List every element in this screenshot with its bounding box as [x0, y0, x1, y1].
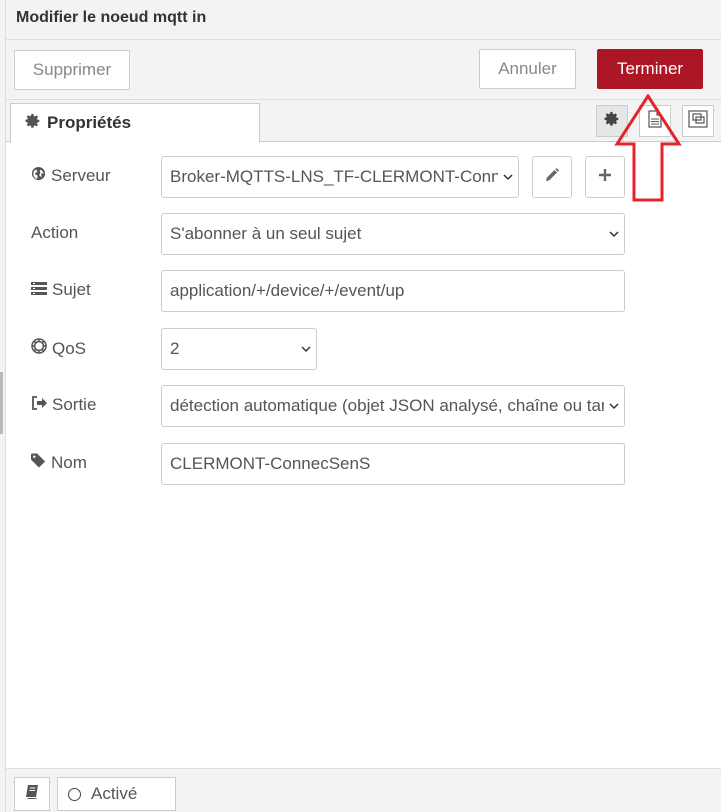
topic-label-text: Sujet	[52, 280, 91, 299]
chevron-down-icon	[604, 230, 624, 238]
dialog-title: Modifier le noeud mqtt in	[16, 9, 207, 26]
output-label-text: Sortie	[52, 395, 97, 414]
name-value: CLERMONT-ConnecSenS	[170, 454, 371, 473]
server-label-text: Serveur	[51, 166, 111, 185]
resize-handle[interactable]	[0, 372, 3, 434]
tab-settings[interactable]	[596, 105, 628, 137]
name-label: Nom	[31, 453, 87, 473]
cancel-button[interactable]: Annuler	[479, 49, 576, 89]
qos-value: 2	[170, 339, 180, 358]
plus-icon	[599, 168, 611, 186]
action-label-text: Action	[31, 223, 79, 242]
output-row: Sortie détection automatique (objet JSON…	[6, 385, 721, 427]
dialog-footer: Activé	[6, 768, 721, 812]
name-input[interactable]: CLERMONT-ConnecSenS	[161, 443, 625, 485]
action-value: S'abonner à un seul sujet	[170, 224, 362, 243]
add-server-button[interactable]	[585, 156, 625, 198]
dialog-toolbar: Supprimer Annuler Terminer	[6, 40, 721, 100]
tab-properties-label: Propriétés	[47, 113, 132, 132]
output-label: Sortie	[31, 395, 96, 415]
appearance-icon	[688, 109, 708, 133]
tag-icon	[31, 453, 46, 473]
action-select[interactable]: S'abonner à un seul sujet	[161, 213, 625, 255]
server-value: Broker-MQTTS-LNS_TF-CLERMONT-ConnecSenS	[170, 167, 498, 186]
pencil-icon	[545, 167, 559, 187]
server-select[interactable]: Broker-MQTTS-LNS_TF-CLERMONT-ConnecSenS	[161, 156, 519, 198]
chevron-down-icon	[296, 345, 316, 353]
help-book-button[interactable]	[14, 777, 50, 811]
gear-icon	[25, 113, 41, 134]
name-label-text: Nom	[51, 453, 87, 472]
globe-icon	[31, 166, 46, 186]
gear-icon	[604, 111, 620, 132]
output-select[interactable]: détection automatique (objet JSON analys…	[161, 385, 625, 427]
action-label: Action	[31, 223, 78, 243]
qos-label: QoS	[31, 338, 86, 359]
topic-value: application/+/device/+/event/up	[170, 281, 405, 300]
description-icon	[647, 109, 663, 133]
server-row: Serveur Broker-MQTTS-LNS_TF-CLERMONT-Con…	[6, 156, 721, 198]
done-button[interactable]: Terminer	[597, 49, 703, 89]
qos-select[interactable]: 2	[161, 328, 317, 370]
topic-row: Sujet application/+/device/+/event/up	[6, 270, 721, 312]
qos-row: QoS 2	[6, 328, 721, 370]
qos-label-text: QoS	[52, 338, 87, 358]
enabled-toggle[interactable]: Activé	[57, 777, 176, 811]
topic-label: Sujet	[31, 280, 91, 300]
delete-button[interactable]: Supprimer	[14, 50, 130, 90]
name-row: Nom CLERMONT-ConnecSenS	[6, 443, 721, 485]
dialog-header: Modifier le noeud mqtt in	[6, 0, 721, 40]
tab-properties[interactable]: Propriétés	[10, 103, 260, 143]
dialog-tabs: Propriétés	[6, 100, 721, 143]
properties-form: Serveur Broker-MQTTS-LNS_TF-CLERMONT-Con…	[6, 143, 721, 768]
tasks-icon	[31, 280, 47, 300]
tab-description[interactable]	[639, 105, 671, 137]
topic-input[interactable]: application/+/device/+/event/up	[161, 270, 625, 312]
output-value: détection automatique (objet JSON analys…	[170, 396, 604, 415]
server-label: Serveur	[31, 166, 111, 186]
circle-icon	[68, 787, 81, 801]
chevron-down-icon	[498, 173, 518, 181]
action-row: Action S'abonner à un seul sujet	[6, 213, 721, 255]
book-icon	[25, 784, 39, 804]
enabled-label: Activé	[91, 784, 138, 803]
edit-server-button[interactable]	[532, 156, 572, 198]
chevron-down-icon	[604, 402, 624, 410]
empire-icon	[31, 338, 47, 359]
tab-appearance[interactable]	[682, 105, 714, 137]
edit-dialog-tray: Modifier le noeud mqtt in Supprimer Annu…	[0, 0, 721, 812]
sign-out-icon	[31, 395, 47, 415]
